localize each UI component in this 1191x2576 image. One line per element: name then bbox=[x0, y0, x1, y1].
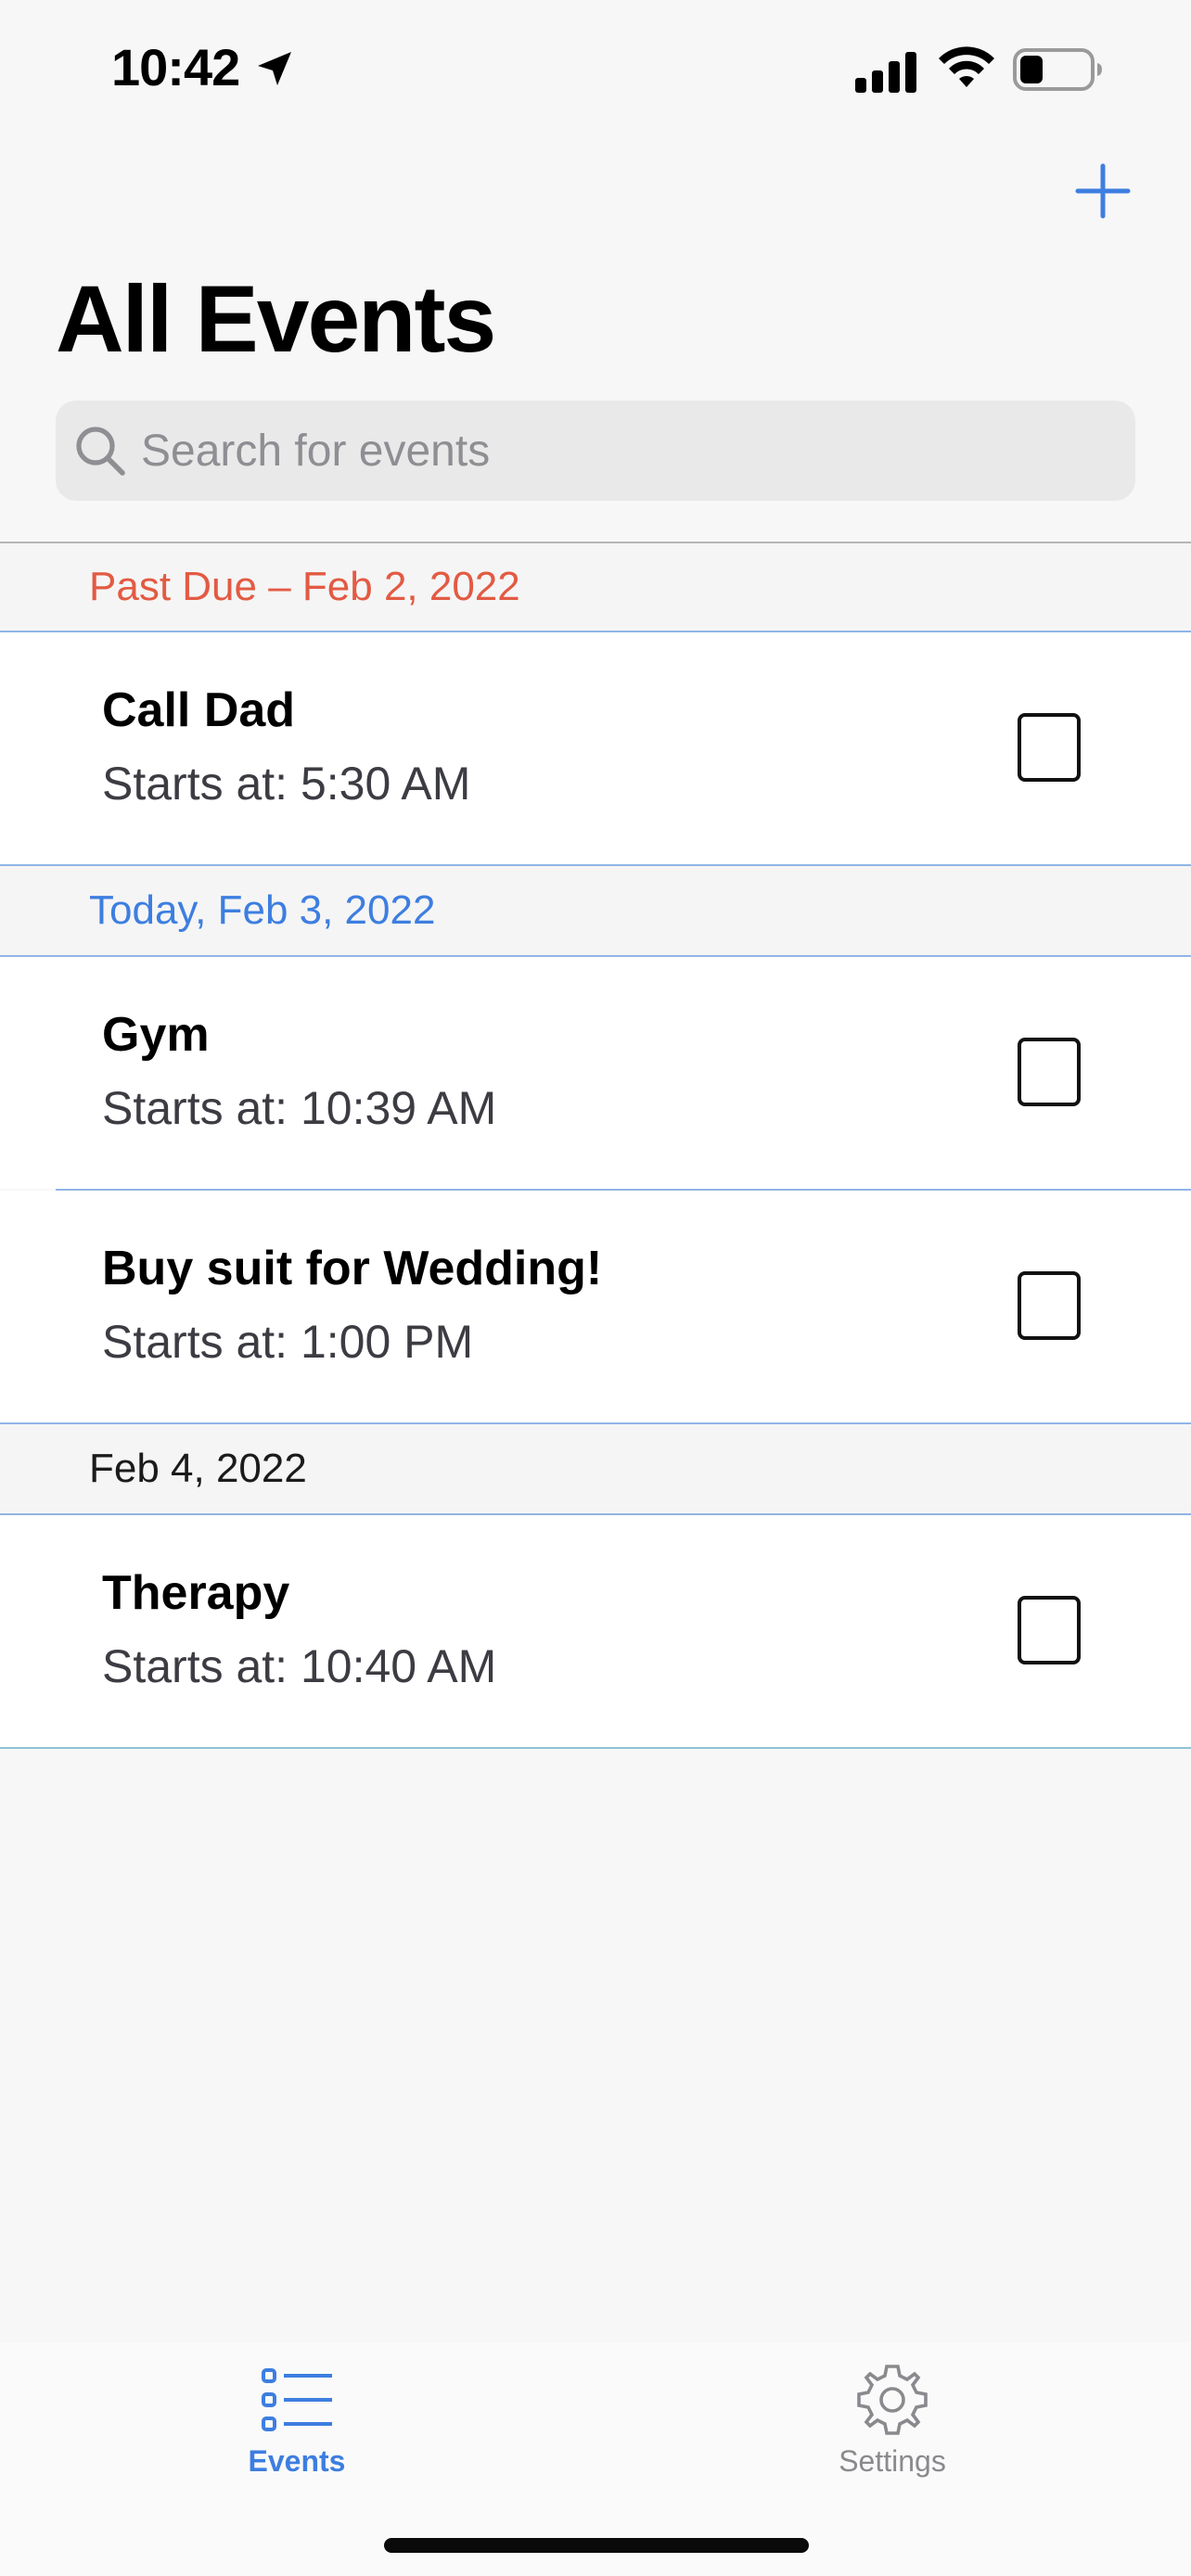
event-start-time: Starts at: 1:00 PM bbox=[102, 1316, 474, 1368]
section-header-past-due: Past Due – Feb 2, 2022 bbox=[0, 542, 1191, 632]
tab-events[interactable]: Events bbox=[158, 2361, 436, 2509]
battery-icon bbox=[1013, 48, 1102, 91]
add-event-button[interactable] bbox=[1074, 162, 1132, 220]
section-header-today: Today, Feb 3, 2022 bbox=[0, 866, 1191, 957]
event-start-time: Starts at: 5:30 AM bbox=[102, 758, 471, 810]
event-complete-checkbox[interactable] bbox=[1018, 713, 1081, 782]
status-bar: 10:42 bbox=[0, 0, 1191, 139]
search-input[interactable] bbox=[141, 401, 1106, 501]
cellular-signal-icon bbox=[855, 52, 916, 93]
event-complete-checkbox[interactable] bbox=[1018, 1271, 1081, 1340]
search-icon bbox=[76, 427, 125, 476]
events-screen: 10:42 All Events Search for events Past … bbox=[0, 0, 1191, 2576]
event-complete-checkbox[interactable] bbox=[1018, 1038, 1081, 1106]
event-title: Gym bbox=[102, 1008, 210, 1062]
tab-settings[interactable]: Settings bbox=[753, 2361, 1031, 2509]
event-row[interactable]: Buy suit for Wedding! Starts at: 1:00 PM bbox=[0, 1191, 1191, 1422]
status-time: 10:42 bbox=[111, 38, 240, 96]
gear-icon bbox=[857, 2365, 928, 2435]
event-start-time: Starts at: 10:39 AM bbox=[102, 1082, 497, 1134]
event-list: Past Due – Feb 2, 2022 Call Dad Starts a… bbox=[0, 542, 1191, 1749]
home-indicator bbox=[384, 2538, 809, 2553]
row-divider bbox=[0, 1747, 1191, 1749]
event-title: Buy suit for Wedding! bbox=[102, 1242, 603, 1295]
list-icon bbox=[262, 2368, 332, 2431]
tab-label-events: Events bbox=[248, 2444, 346, 2478]
event-title: Therapy bbox=[102, 1566, 290, 1620]
page-title: All Events bbox=[56, 266, 496, 372]
location-arrow-icon bbox=[258, 52, 291, 85]
search-bar[interactable] bbox=[56, 401, 1135, 501]
event-row[interactable]: Call Dad Starts at: 5:30 AM bbox=[0, 632, 1191, 864]
event-start-time: Starts at: 10:40 AM bbox=[102, 1640, 497, 1692]
event-row[interactable]: Gym Starts at: 10:39 AM bbox=[0, 957, 1191, 1189]
tab-label-settings: Settings bbox=[839, 2444, 946, 2478]
event-row[interactable]: Therapy Starts at: 10:40 AM bbox=[0, 1515, 1191, 1747]
wifi-icon bbox=[939, 46, 994, 87]
section-header-feb-4: Feb 4, 2022 bbox=[0, 1424, 1191, 1515]
event-complete-checkbox[interactable] bbox=[1018, 1596, 1081, 1664]
event-title: Call Dad bbox=[102, 683, 296, 737]
